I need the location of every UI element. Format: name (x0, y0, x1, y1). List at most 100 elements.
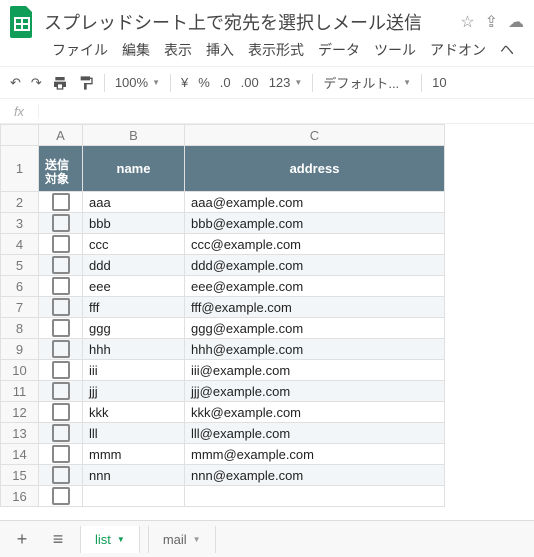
cell-checkbox[interactable] (39, 381, 83, 402)
checkbox-icon[interactable] (52, 340, 70, 358)
row-header[interactable]: 6 (1, 276, 39, 297)
add-sheet-button[interactable]: + (8, 525, 36, 553)
checkbox-icon[interactable] (52, 424, 70, 442)
cell-checkbox[interactable] (39, 276, 83, 297)
formula-input[interactable] (39, 99, 534, 123)
percent-button[interactable]: % (198, 75, 210, 90)
column-header-c[interactable]: C (185, 125, 445, 146)
menu-addons[interactable]: アドオン (430, 40, 486, 60)
cell-checkbox[interactable] (39, 444, 83, 465)
print-icon[interactable] (52, 75, 68, 91)
sheet-tab-list[interactable]: list▼ (80, 526, 140, 553)
cell-address[interactable]: lll@example.com (185, 423, 445, 444)
cell-address[interactable]: aaa@example.com (185, 192, 445, 213)
menu-format[interactable]: 表示形式 (248, 40, 304, 60)
cell-name[interactable]: kkk (83, 402, 185, 423)
row-header[interactable]: 8 (1, 318, 39, 339)
row-header[interactable]: 16 (1, 486, 39, 507)
cell-address[interactable]: hhh@example.com (185, 339, 445, 360)
zoom-select[interactable]: 100%▼ (115, 75, 160, 90)
star-icon[interactable]: ☆ (460, 12, 474, 32)
cell-name[interactable]: bbb (83, 213, 185, 234)
checkbox-icon[interactable] (52, 256, 70, 274)
decrease-decimal-button[interactable]: .0 (220, 75, 231, 90)
cell-checkbox[interactable] (39, 213, 83, 234)
number-format-select[interactable]: 123▼ (269, 75, 303, 90)
cell-address[interactable]: ccc@example.com (185, 234, 445, 255)
cell-address[interactable]: kkk@example.com (185, 402, 445, 423)
cell-address[interactable]: jjj@example.com (185, 381, 445, 402)
cell-checkbox[interactable] (39, 465, 83, 486)
cell-checkbox[interactable] (39, 402, 83, 423)
sheets-logo-icon[interactable] (10, 6, 34, 38)
sheet-tab-mail[interactable]: mail▼ (148, 526, 216, 553)
column-header-b[interactable]: B (83, 125, 185, 146)
redo-icon[interactable]: ↷ (31, 75, 42, 91)
column-header-a[interactable]: A (39, 125, 83, 146)
select-all-corner[interactable] (1, 125, 39, 146)
row-header[interactable]: 3 (1, 213, 39, 234)
menu-view[interactable]: 表示 (164, 40, 192, 60)
header-address[interactable]: address (185, 146, 445, 192)
cell-name[interactable]: lll (83, 423, 185, 444)
font-size-input[interactable]: 10 (432, 75, 446, 90)
cell-checkbox[interactable] (39, 339, 83, 360)
menu-tools[interactable]: ツール (374, 40, 416, 60)
cell-name[interactable]: aaa (83, 192, 185, 213)
row-header[interactable]: 7 (1, 297, 39, 318)
cell-name[interactable]: iii (83, 360, 185, 381)
cell-address[interactable]: bbb@example.com (185, 213, 445, 234)
cell-checkbox[interactable] (39, 486, 83, 507)
menu-edit[interactable]: 編集 (122, 40, 150, 60)
cell-address[interactable]: nnn@example.com (185, 465, 445, 486)
cell-address[interactable]: eee@example.com (185, 276, 445, 297)
menu-file[interactable]: ファイル (52, 40, 108, 60)
header-target[interactable]: 送信 対象 (39, 146, 83, 192)
cell-name[interactable]: ggg (83, 318, 185, 339)
cell-checkbox[interactable] (39, 234, 83, 255)
undo-icon[interactable]: ↶ (10, 75, 21, 91)
checkbox-icon[interactable] (52, 403, 70, 421)
cell-checkbox[interactable] (39, 318, 83, 339)
cell-name[interactable]: mmm (83, 444, 185, 465)
row-header[interactable]: 14 (1, 444, 39, 465)
cell-name[interactable]: hhh (83, 339, 185, 360)
row-header[interactable]: 2 (1, 192, 39, 213)
font-family-select[interactable]: デフォルト...▼ (323, 73, 411, 92)
checkbox-icon[interactable] (52, 466, 70, 484)
cell-address[interactable]: ddd@example.com (185, 255, 445, 276)
row-header[interactable]: 13 (1, 423, 39, 444)
checkbox-icon[interactable] (52, 319, 70, 337)
document-title[interactable]: スプレッドシート上で宛先を選択しメール送信 (44, 9, 460, 35)
cell[interactable] (185, 486, 445, 507)
cell-name[interactable]: ccc (83, 234, 185, 255)
row-header[interactable]: 5 (1, 255, 39, 276)
cell-checkbox[interactable] (39, 255, 83, 276)
checkbox-icon[interactable] (52, 445, 70, 463)
row-header[interactable]: 10 (1, 360, 39, 381)
cell-name[interactable]: jjj (83, 381, 185, 402)
cell-address[interactable]: ggg@example.com (185, 318, 445, 339)
cell-address[interactable]: mmm@example.com (185, 444, 445, 465)
cell-checkbox[interactable] (39, 423, 83, 444)
move-icon[interactable]: ⇪ (485, 12, 498, 32)
row-header[interactable]: 12 (1, 402, 39, 423)
cell-checkbox[interactable] (39, 192, 83, 213)
header-name[interactable]: name (83, 146, 185, 192)
cell-address[interactable]: fff@example.com (185, 297, 445, 318)
spreadsheet-grid[interactable]: A B C 1 送信 対象 name address 2aaaaaa@examp… (0, 124, 534, 520)
checkbox-icon[interactable] (52, 277, 70, 295)
cell-checkbox[interactable] (39, 360, 83, 381)
checkbox-icon[interactable] (52, 214, 70, 232)
currency-button[interactable]: ¥ (181, 75, 188, 90)
checkbox-icon[interactable] (52, 235, 70, 253)
cell-name[interactable]: ddd (83, 255, 185, 276)
checkbox-icon[interactable] (52, 361, 70, 379)
menu-insert[interactable]: 挿入 (206, 40, 234, 60)
cell-checkbox[interactable] (39, 297, 83, 318)
checkbox-icon[interactable] (52, 382, 70, 400)
menu-help[interactable]: ヘ (500, 40, 514, 60)
paint-format-icon[interactable] (78, 75, 94, 91)
cell-address[interactable]: iii@example.com (185, 360, 445, 381)
row-header[interactable]: 4 (1, 234, 39, 255)
